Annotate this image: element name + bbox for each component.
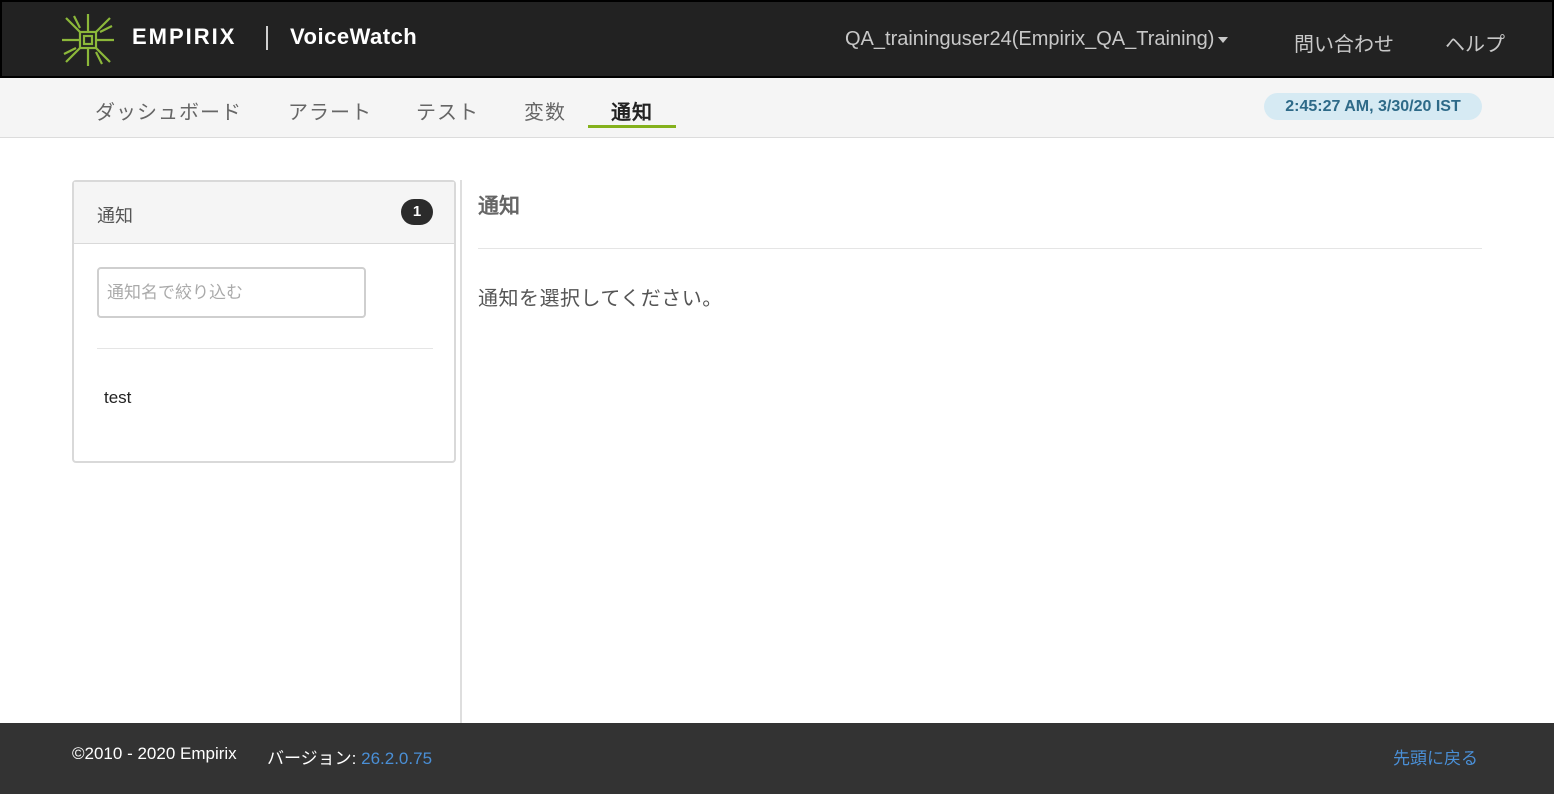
top-header: EMPIRIX VoiceWatch QA_traininguser24(Emp…	[0, 0, 1554, 78]
tab-dashboard[interactable]: ダッシュボード	[95, 96, 242, 125]
notifications-panel: 通知 1 test	[72, 180, 456, 463]
copyright-text: ©2010 - 2020 Empirix	[72, 744, 237, 763]
tab-notifications[interactable]: 通知	[611, 96, 653, 125]
filter-input[interactable]	[97, 267, 366, 318]
title-divider	[478, 248, 1482, 249]
user-menu[interactable]: QA_traininguser24(Empirix_QA_Training)	[845, 28, 1229, 51]
main-nav: ダッシュボード アラート テスト 変数 通知 2:45:27 AM, 3/30/…	[0, 78, 1554, 138]
tab-tests[interactable]: テスト	[416, 96, 479, 125]
brand-name: EMPIRIX	[132, 24, 237, 49]
version-info: バージョン: 26.2.0.75	[267, 744, 432, 769]
contact-link[interactable]: 問い合わせ	[1294, 28, 1394, 57]
page-title: 通知	[478, 195, 520, 218]
panel-header: 通知 1	[74, 182, 454, 244]
empirix-logo-icon[interactable]	[60, 12, 116, 68]
active-tab-indicator	[588, 125, 676, 128]
empty-state-message: 通知を選択してください。	[478, 288, 723, 310]
brand-divider	[266, 26, 268, 50]
user-menu-label: QA_traininguser24(Empirix_QA_Training)	[845, 28, 1215, 50]
back-to-top-link[interactable]: 先頭に戻る	[1393, 744, 1478, 769]
product-name: VoiceWatch	[290, 24, 418, 49]
panel-divider	[97, 348, 433, 349]
footer: ©2010 - 2020 Empirix バージョン: 26.2.0.75 先頭…	[0, 723, 1554, 794]
notification-list-item[interactable]: test	[104, 388, 131, 408]
panel-title: 通知	[97, 206, 133, 226]
version-link[interactable]: 26.2.0.75	[361, 749, 432, 768]
tab-variables[interactable]: 変数	[524, 96, 566, 125]
chevron-down-icon	[1218, 36, 1229, 43]
version-label: バージョン:	[267, 749, 357, 768]
help-link[interactable]: ヘルプ	[1445, 28, 1505, 57]
column-divider	[460, 180, 462, 723]
count-badge: 1	[401, 199, 433, 225]
clock-badge: 2:45:27 AM, 3/30/20 IST	[1264, 93, 1482, 120]
tab-alerts[interactable]: アラート	[288, 96, 372, 125]
